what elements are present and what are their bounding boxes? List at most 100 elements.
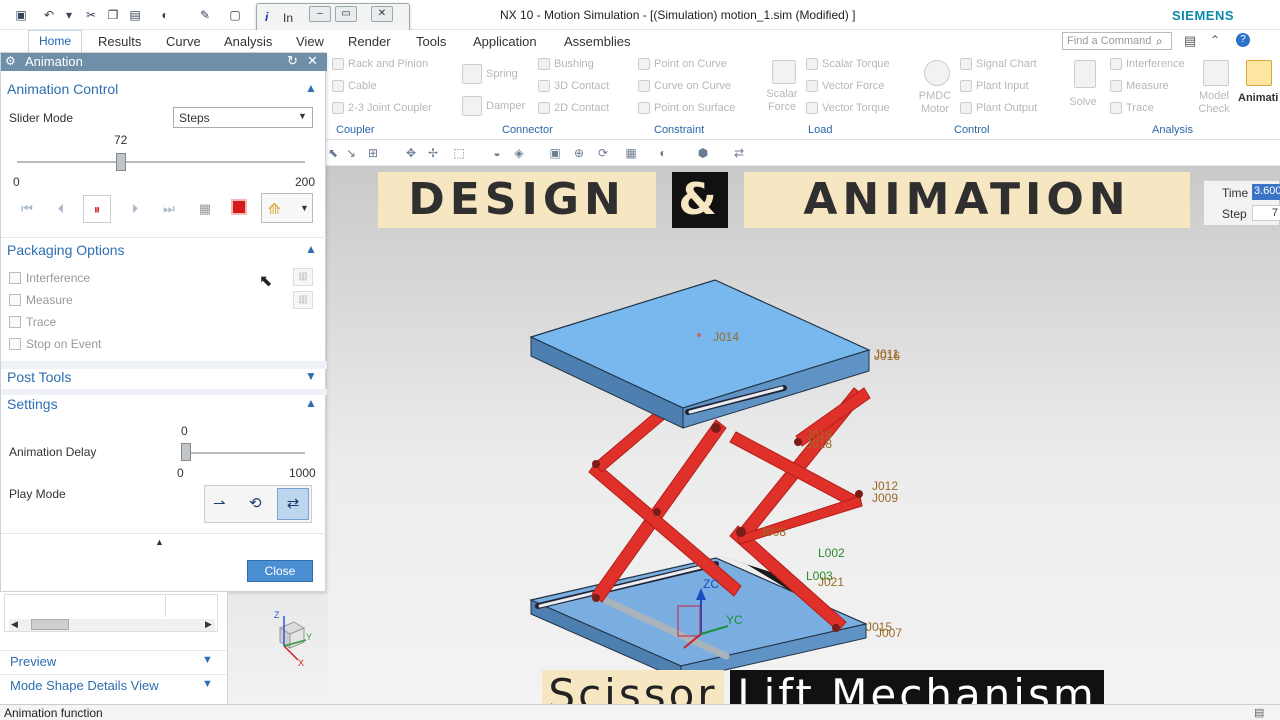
play-once-button[interactable]: ⇀ xyxy=(213,494,226,512)
pause-button[interactable]: ⏸ xyxy=(83,195,111,223)
section-animation-control[interactable]: Animation Control xyxy=(7,81,118,97)
cut-icon[interactable]: ✂ xyxy=(82,6,100,24)
section-post-tools[interactable]: Post Tools xyxy=(7,369,71,385)
fast-forward-button[interactable]: ⏭ xyxy=(155,195,183,223)
collapse-icon[interactable]: ▲ xyxy=(305,81,317,95)
close-icon[interactable]: ✕ xyxy=(307,53,318,69)
zoom-icon[interactable]: ⊕ xyxy=(572,146,586,160)
2d-contact-button[interactable]: 2D Contact xyxy=(538,102,609,115)
menu-view[interactable]: View xyxy=(296,34,324,49)
rewind-to-start-button[interactable]: ⏮ xyxy=(13,195,41,223)
orient-icon[interactable]: ✢ xyxy=(426,146,440,160)
measure-button[interactable]: Measure xyxy=(1110,80,1169,93)
minimize-button[interactable]: – xyxy=(309,6,331,22)
point-snap-icon[interactable]: ⊞ xyxy=(366,146,380,160)
navigator-list[interactable]: ◀ ▶ xyxy=(4,594,218,632)
layout-icon[interactable]: ▦ xyxy=(624,146,638,160)
graphics-viewport[interactable]: J014 J011 J016 J019 J018 J012 J009 J008 … xyxy=(326,166,1280,704)
view-orient-icon[interactable]: ⬢ xyxy=(696,146,710,160)
stop-button[interactable] xyxy=(231,199,247,215)
trace-button[interactable]: Trace xyxy=(1110,102,1154,115)
chevron-up-icon[interactable]: ⌃ xyxy=(1210,33,1220,47)
section-packaging-options[interactable]: Packaging Options xyxy=(7,242,125,258)
menu-curve[interactable]: Curve xyxy=(166,34,201,49)
slider-mode-select[interactable]: Steps ▼ xyxy=(173,107,313,128)
secondary-viewport[interactable]: Z Y X xyxy=(228,592,328,704)
plant-input-button[interactable]: Plant Input xyxy=(960,80,1029,93)
measure-checkbox[interactable] xyxy=(9,294,21,306)
section-mode-shape[interactable]: Mode Shape Details View xyxy=(10,678,159,693)
trace-checkbox[interactable] xyxy=(9,316,21,328)
delay-slider-thumb[interactable] xyxy=(181,443,191,461)
expand-icon[interactable]: ▼ xyxy=(202,678,213,690)
step-forward-button[interactable]: ⏵ xyxy=(121,195,149,223)
pmdc-motor-button[interactable]: PMDC Motor xyxy=(918,60,952,116)
window-icon[interactable]: ▢ xyxy=(226,6,244,24)
interference-checkbox[interactable] xyxy=(9,272,21,284)
collapse-icon[interactable]: ▲ xyxy=(305,396,317,410)
show-hide-icon[interactable]: ⇄ xyxy=(732,146,746,160)
help-icon[interactable]: ? xyxy=(1236,33,1250,47)
selection-box-icon[interactable]: ⬚ xyxy=(452,146,466,160)
vector-torque-button[interactable]: Vector Torque xyxy=(806,102,890,115)
bushing-button[interactable]: Bushing xyxy=(538,58,594,71)
collapse-dialog-icon[interactable]: ▲ xyxy=(155,537,164,547)
menu-results[interactable]: Results xyxy=(98,34,141,49)
menu-application[interactable]: Application xyxy=(473,34,537,49)
menu-home[interactable]: Home xyxy=(28,30,83,52)
render-style-icon[interactable]: ◐ xyxy=(656,146,670,160)
copy-icon[interactable]: ❐ xyxy=(104,6,122,24)
signal-chart-button[interactable]: Signal Chart xyxy=(960,58,1037,71)
menu-tools[interactable]: Tools xyxy=(416,34,446,49)
menu-render[interactable]: Render xyxy=(348,34,391,49)
measure-settings-button[interactable]: ▥ xyxy=(293,291,313,309)
point-on-curve-button[interactable]: Point on Curve xyxy=(638,58,727,71)
save-icon[interactable]: ▣ xyxy=(12,6,30,24)
rack-and-pinion-button[interactable]: Rack and Pinion xyxy=(332,58,428,71)
menu-assemblies[interactable]: Assemblies xyxy=(564,34,630,49)
horizontal-scrollbar[interactable]: ◀ ▶ xyxy=(9,619,215,631)
time-value[interactable]: 3.600 xyxy=(1252,184,1280,200)
section-preview[interactable]: Preview xyxy=(10,654,56,669)
section-settings[interactable]: Settings xyxy=(7,396,58,412)
export-movie-button[interactable]: ▦ xyxy=(191,195,219,223)
ribbon-options-icon[interactable]: ▤ xyxy=(1184,33,1196,49)
ping-pong-button[interactable]: ⇄ xyxy=(277,488,309,520)
interference-button[interactable]: Interference xyxy=(1110,58,1185,71)
delay-slider-track[interactable] xyxy=(181,452,305,454)
model-check-button[interactable]: Model Check xyxy=(1196,60,1232,116)
reset-icon[interactable]: ↻ xyxy=(287,53,298,69)
solve-button[interactable]: Solve xyxy=(1068,60,1098,108)
filter-icon[interactable]: ✥ xyxy=(404,146,418,160)
cube-icon[interactable]: ◈ xyxy=(512,146,526,160)
search-icon[interactable]: ⌕ xyxy=(1156,34,1163,49)
animation-options-button[interactable]: ⟰ ▼ xyxy=(261,193,313,223)
collapse-icon[interactable]: ▲ xyxy=(305,242,317,256)
expand-icon[interactable]: ▼ xyxy=(202,654,213,666)
plant-output-button[interactable]: Plant Output xyxy=(960,102,1037,115)
interference-settings-button[interactable]: ▥ xyxy=(293,268,313,286)
menu-analysis[interactable]: Analysis xyxy=(224,34,272,49)
cable-button[interactable]: Cable xyxy=(332,80,377,93)
point-on-surface-button[interactable]: Point on Surface xyxy=(638,102,735,115)
animation-button[interactable]: Animati xyxy=(1238,60,1280,104)
stop-on-event-checkbox[interactable] xyxy=(9,338,21,350)
repeat-command-icon[interactable]: ◐ xyxy=(156,6,174,24)
shade-icon[interactable]: ◒ xyxy=(490,146,504,160)
animation-slider-track[interactable] xyxy=(17,161,305,163)
damper-button[interactable]: Damper xyxy=(462,96,525,116)
restore-button[interactable]: ▭ xyxy=(335,6,357,22)
joint-coupler-button[interactable]: 2-3 Joint Coupler xyxy=(332,102,432,115)
animation-slider-thumb[interactable] xyxy=(115,153,126,171)
step-value[interactable]: 7 xyxy=(1252,205,1280,221)
fit-icon[interactable]: ▣ xyxy=(548,146,562,160)
vector-force-button[interactable]: Vector Force xyxy=(806,80,884,93)
3d-contact-button[interactable]: 3D Contact xyxy=(538,80,609,93)
curve-on-curve-button[interactable]: Curve on Curve xyxy=(638,80,731,93)
status-icon[interactable]: ▤ xyxy=(1254,706,1264,719)
loop-button[interactable]: ⟲ xyxy=(249,494,262,512)
select-icon[interactable]: ⬉ xyxy=(326,146,340,160)
undo-icon[interactable]: ↶ xyxy=(40,6,58,24)
dropdown-arrow-icon[interactable]: ▾ xyxy=(60,6,78,24)
scalar-force-button[interactable]: Scalar Force xyxy=(762,60,802,114)
